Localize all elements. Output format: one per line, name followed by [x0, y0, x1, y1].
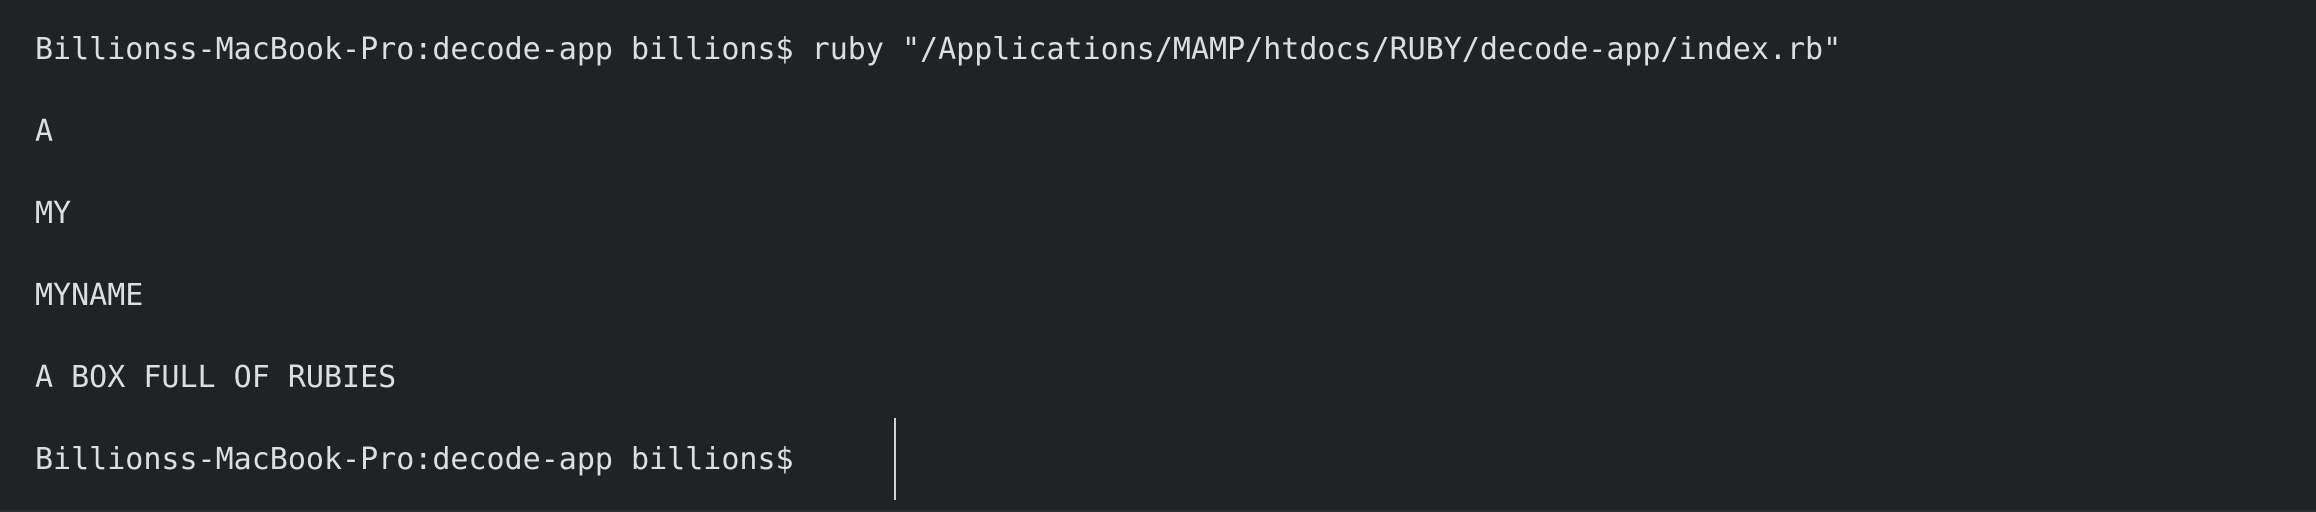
- shell-prompt: Billionss-MacBook-Pro:decode-app billion…: [35, 442, 794, 477]
- output-line: A: [35, 114, 54, 149]
- text-cursor: [894, 418, 896, 500]
- output-line: MY: [35, 196, 72, 231]
- command-line: Billionss-MacBook-Pro:decode-app billion…: [35, 30, 1841, 70]
- output-line: A BOX FULL OF RUBIES: [35, 360, 397, 395]
- terminal-window[interactable]: Billionss-MacBook-Pro:decode-app billion…: [0, 0, 2316, 512]
- output-line: MYNAME: [35, 278, 144, 313]
- command-text: ruby "/Applications/MAMP/htdocs/RUBY/dec…: [811, 32, 1842, 67]
- shell-prompt: Billionss-MacBook-Pro:decode-app billion…: [35, 32, 794, 67]
- active-prompt-line[interactable]: Billionss-MacBook-Pro:decode-app billion…: [35, 440, 794, 480]
